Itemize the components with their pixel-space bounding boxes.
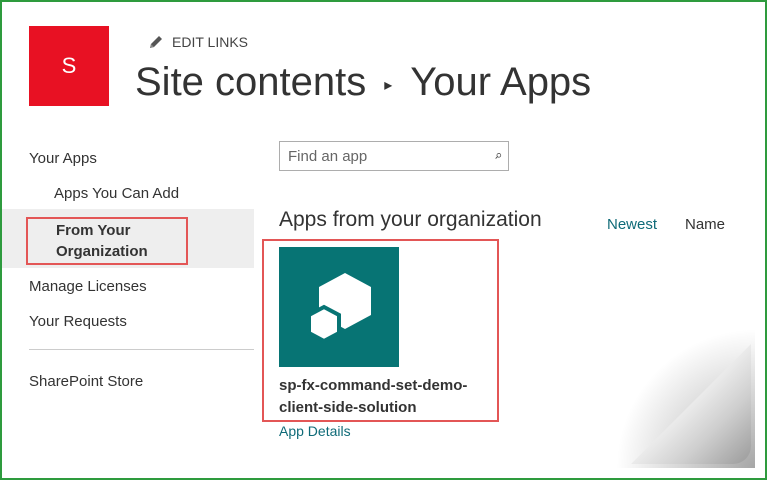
screenshot-frame: S EDIT LINKS Site contents ▸ Your Apps Y… <box>0 0 767 480</box>
nav-item-sharepoint-store[interactable]: SharePoint Store <box>2 373 143 390</box>
nav-item-your-requests[interactable]: Your Requests <box>2 313 127 330</box>
section-title: Apps from your organization <box>279 208 542 231</box>
breadcrumb-separator-icon: ▸ <box>384 76 393 94</box>
breadcrumb-site-contents[interactable]: Site contents <box>135 60 366 105</box>
app-details-link[interactable]: App Details <box>279 423 351 439</box>
nav-item-your-apps[interactable]: Your Apps <box>2 150 97 167</box>
breadcrumb-your-apps: Your Apps <box>410 60 592 104</box>
nav-item-apps-you-can-add[interactable]: Apps You Can Add <box>2 185 179 202</box>
search-icon[interactable] <box>495 146 502 166</box>
nav-item-manage-licenses[interactable]: Manage Licenses <box>2 278 147 295</box>
sort-name-link[interactable]: Name <box>685 216 725 233</box>
nav-highlight-box <box>26 217 188 265</box>
sort-newest-link[interactable]: Newest <box>607 216 657 233</box>
nav-item-from-your-organization[interactable]: From Your Organization <box>2 209 254 268</box>
find-app-search <box>279 141 509 171</box>
site-logo[interactable]: S <box>29 26 109 106</box>
nav-divider <box>29 349 254 350</box>
edit-links-label: EDIT LINKS <box>172 34 248 50</box>
site-logo-letter: S <box>61 53 77 78</box>
edit-links-button[interactable]: EDIT LINKS <box>148 34 248 50</box>
search-input[interactable] <box>280 143 495 169</box>
page-title: Site contents ▸ Your Apps <box>135 60 591 105</box>
app-name[interactable]: sp-fx-command-set-demo-client-side-solut… <box>279 375 494 419</box>
pencil-icon <box>150 36 162 48</box>
